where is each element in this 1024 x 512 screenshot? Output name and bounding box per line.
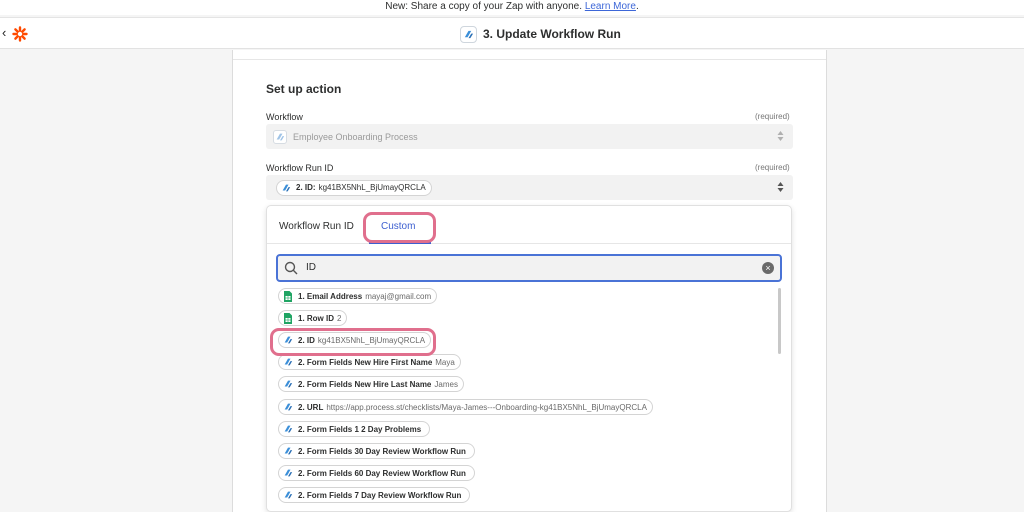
option-item[interactable]: 2. Form Fields New Hire Last Name James [278,376,464,392]
select-arrows-icon [777,131,784,141]
learn-more-link[interactable]: Learn More [585,1,636,12]
option-label: 2. Form Fields 7 Day Review Workflow Run [298,490,462,500]
banner-text: New: Share a copy of your Zap with anyon… [385,1,583,12]
workflow-run-id-label: Workflow Run ID [266,163,334,173]
workflow-value: Employee Onboarding Process [293,131,418,142]
announcement-banner: New: Share a copy of your Zap with anyon… [0,0,1024,15]
scrollbar[interactable] [778,288,781,354]
process-street-icon [282,490,293,501]
option-label: 2. Form Fields 60 Day Review Workflow Ru… [298,468,466,478]
picker-tabs: Workflow Run ID Custom [267,206,791,244]
google-sheets-icon [282,312,293,324]
option-item[interactable]: 2. Form Fields New Hire First Name Maya [278,354,461,370]
option-label: 2. Form Fields New Hire Last Name [298,379,432,389]
option-value: James [434,379,458,389]
token-value: kg41BX5NhL_BjUmayQRCLA [318,183,426,192]
process-street-icon [282,402,293,413]
option-value: https://app.process.st/checklists/Maya-J… [326,402,647,412]
top-bar: ‹ 3. Update Workflow Run [0,17,1024,49]
workflow-run-id-field[interactable]: 2. ID: kg41BX5NhL_BjUmayQRCLA [266,175,793,200]
process-street-icon [280,182,291,193]
search-field[interactable]: ID × [276,254,782,282]
option-label: 1. Email Address [298,291,363,301]
process-street-icon [282,446,293,457]
zapier-logo-icon[interactable] [12,26,28,42]
option-item[interactable]: 1. Row ID 2 [278,310,348,326]
process-street-icon [282,379,293,390]
workflow-run-id-required: (required) [755,163,790,172]
option-label: 2. URL [298,402,324,412]
process-street-icon [282,468,293,479]
search-input[interactable]: ID [306,262,316,273]
step-title-text: 3. Update Workflow Run [483,27,621,41]
divider [233,59,826,60]
tab-workflow-run-id[interactable]: Workflow Run ID [279,221,354,232]
section-title: Set up action [266,82,342,96]
highlight-annotation-custom [363,212,436,243]
token-label: 2. ID: [296,183,316,192]
option-item[interactable]: 2. Form Fields 7 Day Review Workflow Run [278,487,471,503]
workflow-required: (required) [755,112,790,121]
chevron-left-icon[interactable]: ‹ [2,26,12,39]
banner-suffix: . [635,1,639,12]
data-picker-dropdown: Workflow Run ID Custom ID × 1. Email Add… [266,205,792,512]
process-street-icon [282,424,293,435]
option-value: Maya [435,357,455,367]
workflow-label: Workflow [266,112,303,122]
option-value: mayaj@gmail.com [365,291,432,301]
google-sheets-icon [282,290,293,302]
option-item[interactable]: 2. Form Fields 60 Day Review Workflow Ru… [278,465,475,481]
step-title: 3. Update Workflow Run [460,24,621,44]
workflow-run-id-token[interactable]: 2. ID: kg41BX5NhL_BjUmayQRCLA [276,179,432,196]
process-street-icon [273,129,287,144]
option-item[interactable]: 1. Email Address mayaj@gmail.com [278,288,438,304]
option-item[interactable]: 2. Form Fields 30 Day Review Workflow Ru… [278,443,475,459]
process-street-icon [460,25,477,43]
select-arrows-icon [777,182,784,192]
highlight-annotation-id [270,328,436,356]
option-label: 1. Row ID [298,313,335,323]
workflow-select[interactable]: Employee Onboarding Process [266,124,793,149]
clear-search-icon[interactable]: × [762,262,774,274]
process-street-icon [282,357,293,368]
option-value: 2 [337,313,342,323]
option-label: 2. Form Fields New Hire First Name [298,357,433,367]
option-label: 2. Form Fields 30 Day Review Workflow Ru… [298,446,466,456]
search-icon [284,261,298,275]
option-item[interactable]: 2. Form Fields 1 2 Day Problems [278,421,431,437]
option-label: 2. Form Fields 1 2 Day Problems [298,424,422,434]
option-item[interactable]: 2. URL https://app.process.st/checklists/… [278,399,653,415]
